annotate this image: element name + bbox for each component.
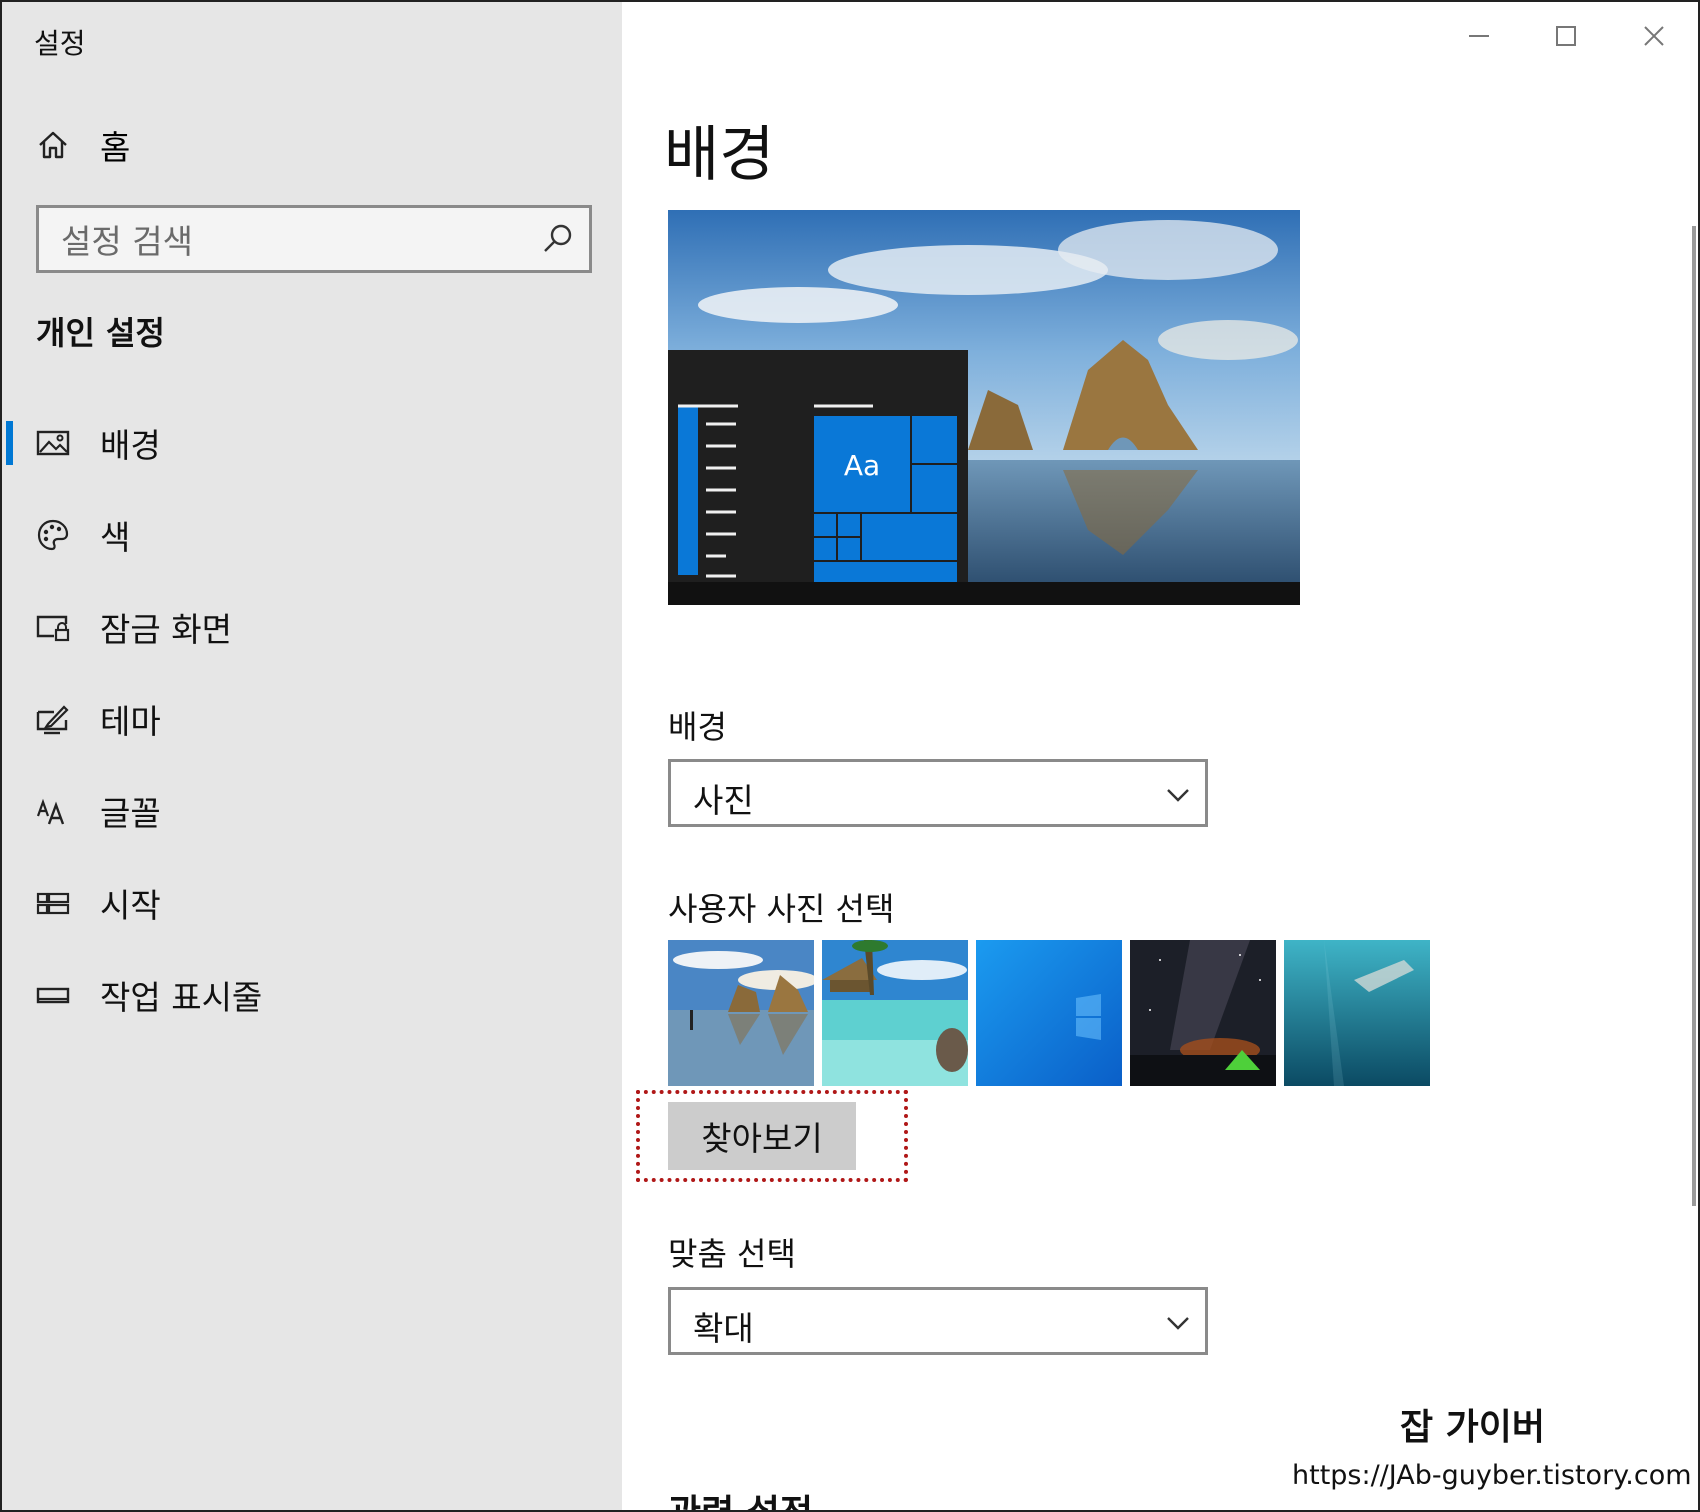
sidebar-item-label: 글꼴 <box>100 794 161 833</box>
choose-picture-label: 사용자 사진 선택 <box>668 890 895 928</box>
sidebar-item-color[interactable]: 색 <box>2 489 622 581</box>
thumb-windows-blue[interactable] <box>976 940 1122 1086</box>
sidebar-item-fonts[interactable]: 글꼴 <box>2 765 622 857</box>
fit-dropdown[interactable]: 확대 <box>668 1287 1208 1355</box>
browse-button[interactable]: 찾아보기 <box>668 1102 856 1170</box>
search-input[interactable] <box>59 218 523 264</box>
thumb-rock-beach-image <box>668 940 814 1086</box>
thumb-underwater-image <box>1284 940 1430 1086</box>
font-icon <box>36 798 65 825</box>
settings-window: 설정 홈 개인 설정 배경 <box>0 0 1700 1512</box>
sidebar-item-theme[interactable]: 테마 <box>2 673 622 765</box>
home-link[interactable]: 홈 <box>36 120 130 170</box>
fit-dropdown-value: 확대 <box>693 1309 754 1348</box>
theme-icon <box>36 705 69 735</box>
home-icon <box>39 131 67 159</box>
background-dropdown-value: 사진 <box>693 781 754 820</box>
thumb-night-sky[interactable] <box>1130 940 1276 1086</box>
background-label: 배경 <box>668 708 727 746</box>
home-label: 홈 <box>100 128 131 167</box>
watermark-url: https://JAb-guyber.tistory.com <box>1292 1460 1692 1491</box>
taskbar-icon <box>36 987 70 1004</box>
fit-label: 맞춤 선택 <box>668 1235 796 1273</box>
search-icon[interactable] <box>541 222 575 256</box>
page-title: 배경 <box>664 120 775 190</box>
sidebar-item-label: 시작 <box>100 886 161 925</box>
sidebar: 설정 홈 개인 설정 배경 <box>2 2 622 1510</box>
palette-icon <box>37 519 69 551</box>
main-content: 배경 Aa 배경 사진 사용자 사진 선택 찾아보기 맞춤 선택 확대 잡 가이… <box>622 2 1698 1510</box>
sidebar-item-label: 잠금 화면 <box>100 610 232 649</box>
section-title: 개인 설정 <box>36 314 165 352</box>
picture-thumbnails <box>668 940 1438 1086</box>
thumb-night-sky-image <box>1130 940 1276 1086</box>
background-dropdown[interactable]: 사진 <box>668 759 1208 827</box>
desktop-preview: Aa <box>668 210 1300 605</box>
sidebar-item-taskbar[interactable]: 작업 표시줄 <box>2 949 622 1041</box>
sidebar-item-lock-screen[interactable]: 잠금 화면 <box>2 581 622 673</box>
app-title: 설정 <box>34 27 86 60</box>
thumb-windows-blue-image <box>976 940 1122 1086</box>
watermark-title: 잡 가이버 <box>1400 1407 1546 1448</box>
thumb-tropical-beach[interactable] <box>822 940 968 1086</box>
thumb-rock-beach[interactable] <box>668 940 814 1086</box>
thumb-underwater[interactable] <box>1284 940 1430 1086</box>
desktop-preview-image: Aa <box>668 210 1300 605</box>
preview-tile-text: Aa <box>844 449 880 482</box>
sidebar-item-label: 테마 <box>100 702 161 741</box>
chevron-down-icon <box>1167 1317 1189 1330</box>
sidebar-item-label: 배경 <box>100 426 161 465</box>
sidebar-nav: 배경 색 잠금 화면 테마 글꼴 시작 작업 표시줄 <box>2 397 622 1041</box>
sidebar-item-label: 색 <box>100 518 131 557</box>
sidebar-item-background[interactable]: 배경 <box>2 397 622 489</box>
start-icon <box>36 892 70 915</box>
sidebar-item-label: 작업 표시줄 <box>100 978 263 1017</box>
sidebar-item-start[interactable]: 시작 <box>2 857 622 949</box>
related-settings-title: 관련 설정 <box>668 1484 813 1510</box>
thumb-tropical-beach-image <box>822 940 968 1086</box>
scrollbar[interactable] <box>1692 226 1696 1206</box>
search-box[interactable] <box>36 205 592 273</box>
chevron-down-icon <box>1167 789 1189 802</box>
lock-screen-icon <box>36 615 70 642</box>
picture-icon <box>36 430 70 456</box>
